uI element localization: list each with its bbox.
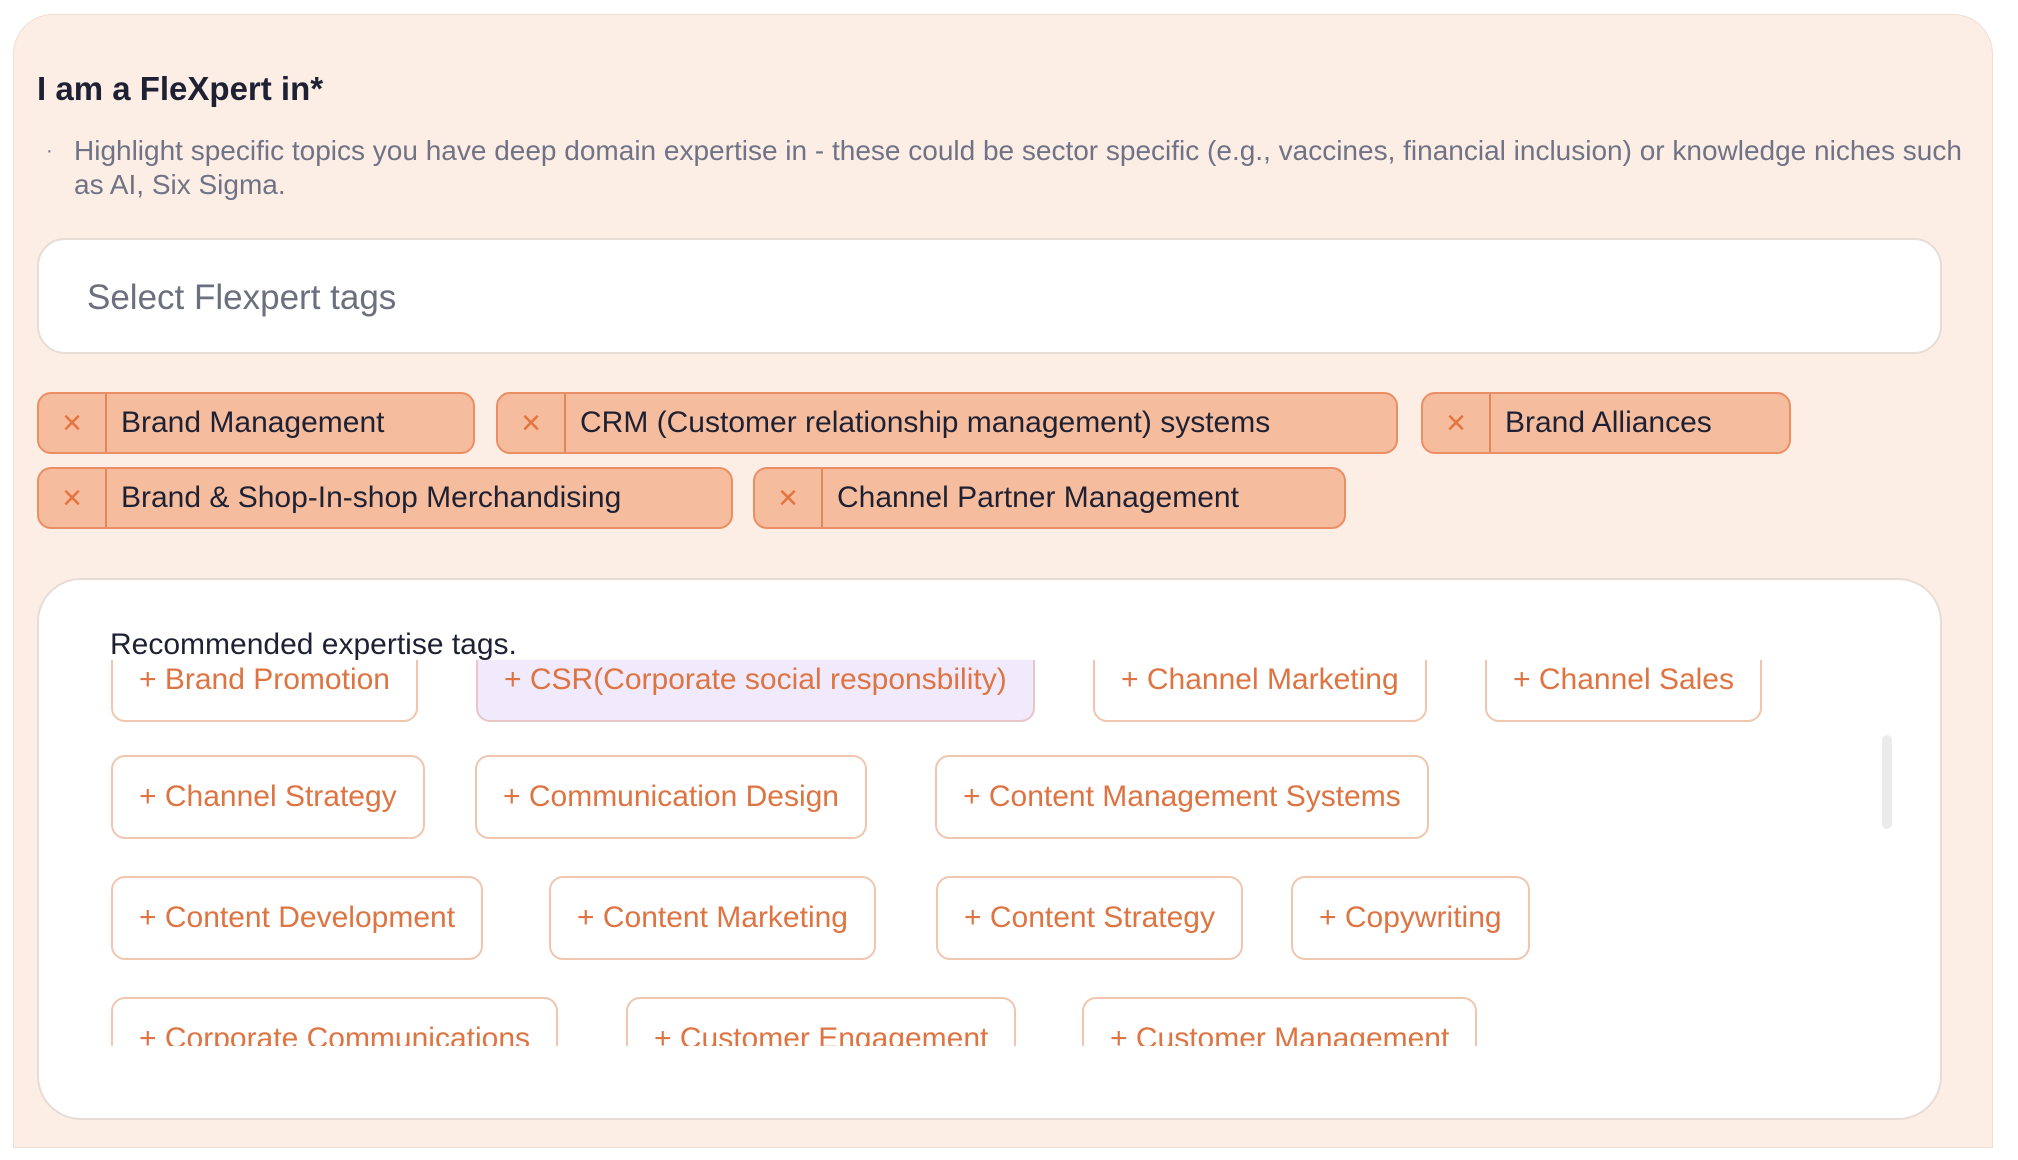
recommended-tag[interactable]: + CSR(Corporate social responsbility) (476, 660, 1035, 722)
recommended-tag[interactable]: + Brand Promotion (111, 660, 418, 722)
selected-tag-label: Brand Alliances (1505, 406, 1712, 439)
remove-tag-icon[interactable]: × (1423, 394, 1491, 452)
recommended-tag[interactable]: + Communication Design (475, 755, 867, 839)
recommended-tag[interactable]: + Content Marketing (549, 876, 876, 960)
recommended-tag[interactable]: + Copywriting (1291, 876, 1530, 960)
recommended-title: Recommended expertise tags. (110, 628, 517, 661)
recommended-tag[interactable]: + Content Management Systems (935, 755, 1429, 839)
recommended-tag[interactable]: + Corporate Communications (111, 997, 559, 1046)
recommended-tag[interactable]: + Content Strategy (936, 876, 1243, 960)
section-title: I am a FleXpert in* (37, 70, 324, 107)
recommended-tag[interactable]: + Channel Marketing (1093, 660, 1427, 722)
selected-tag-label: Brand Management (121, 406, 385, 439)
recommended-tags-scroll-area[interactable]: + Brand Promotion + CSR(Corporate social… (100, 660, 1880, 1046)
selected-tag-chip: × Brand Alliances (1421, 392, 1791, 454)
scrollbar-thumb[interactable] (1882, 735, 1892, 829)
selected-tag-label: CRM (Customer relationship management) s… (580, 406, 1271, 439)
recommended-tag[interactable]: + Customer Management (1082, 997, 1478, 1046)
recommended-tag[interactable]: + Channel Sales (1485, 660, 1762, 722)
selected-tag-chip: × Brand & Shop-In-shop Merchandising (37, 467, 733, 529)
selected-tag-chip: × Brand Management (37, 392, 475, 454)
selected-tag-label: Channel Partner Management (837, 481, 1239, 514)
recommended-tag[interactable]: + Customer Engagement (626, 997, 1017, 1046)
flexpert-tags-select[interactable]: Select Flexpert tags (37, 238, 1942, 354)
remove-tag-icon[interactable]: × (498, 394, 566, 452)
selected-tag-chip: × Channel Partner Management (753, 467, 1346, 529)
selected-tag-label: Brand & Shop-In-shop Merchandising (121, 481, 622, 514)
remove-tag-icon[interactable]: × (39, 394, 107, 452)
select-placeholder: Select Flexpert tags (87, 278, 397, 317)
remove-tag-icon[interactable]: × (39, 469, 107, 527)
bullet-icon: · (46, 140, 53, 162)
helper-text: Highlight specific topics you have deep … (74, 135, 1962, 200)
recommended-tag[interactable]: + Channel Strategy (111, 755, 425, 839)
selected-tag-chip: × CRM (Customer relationship management)… (496, 392, 1398, 454)
recommended-tag[interactable]: + Content Development (111, 876, 484, 960)
remove-tag-icon[interactable]: × (755, 469, 823, 527)
